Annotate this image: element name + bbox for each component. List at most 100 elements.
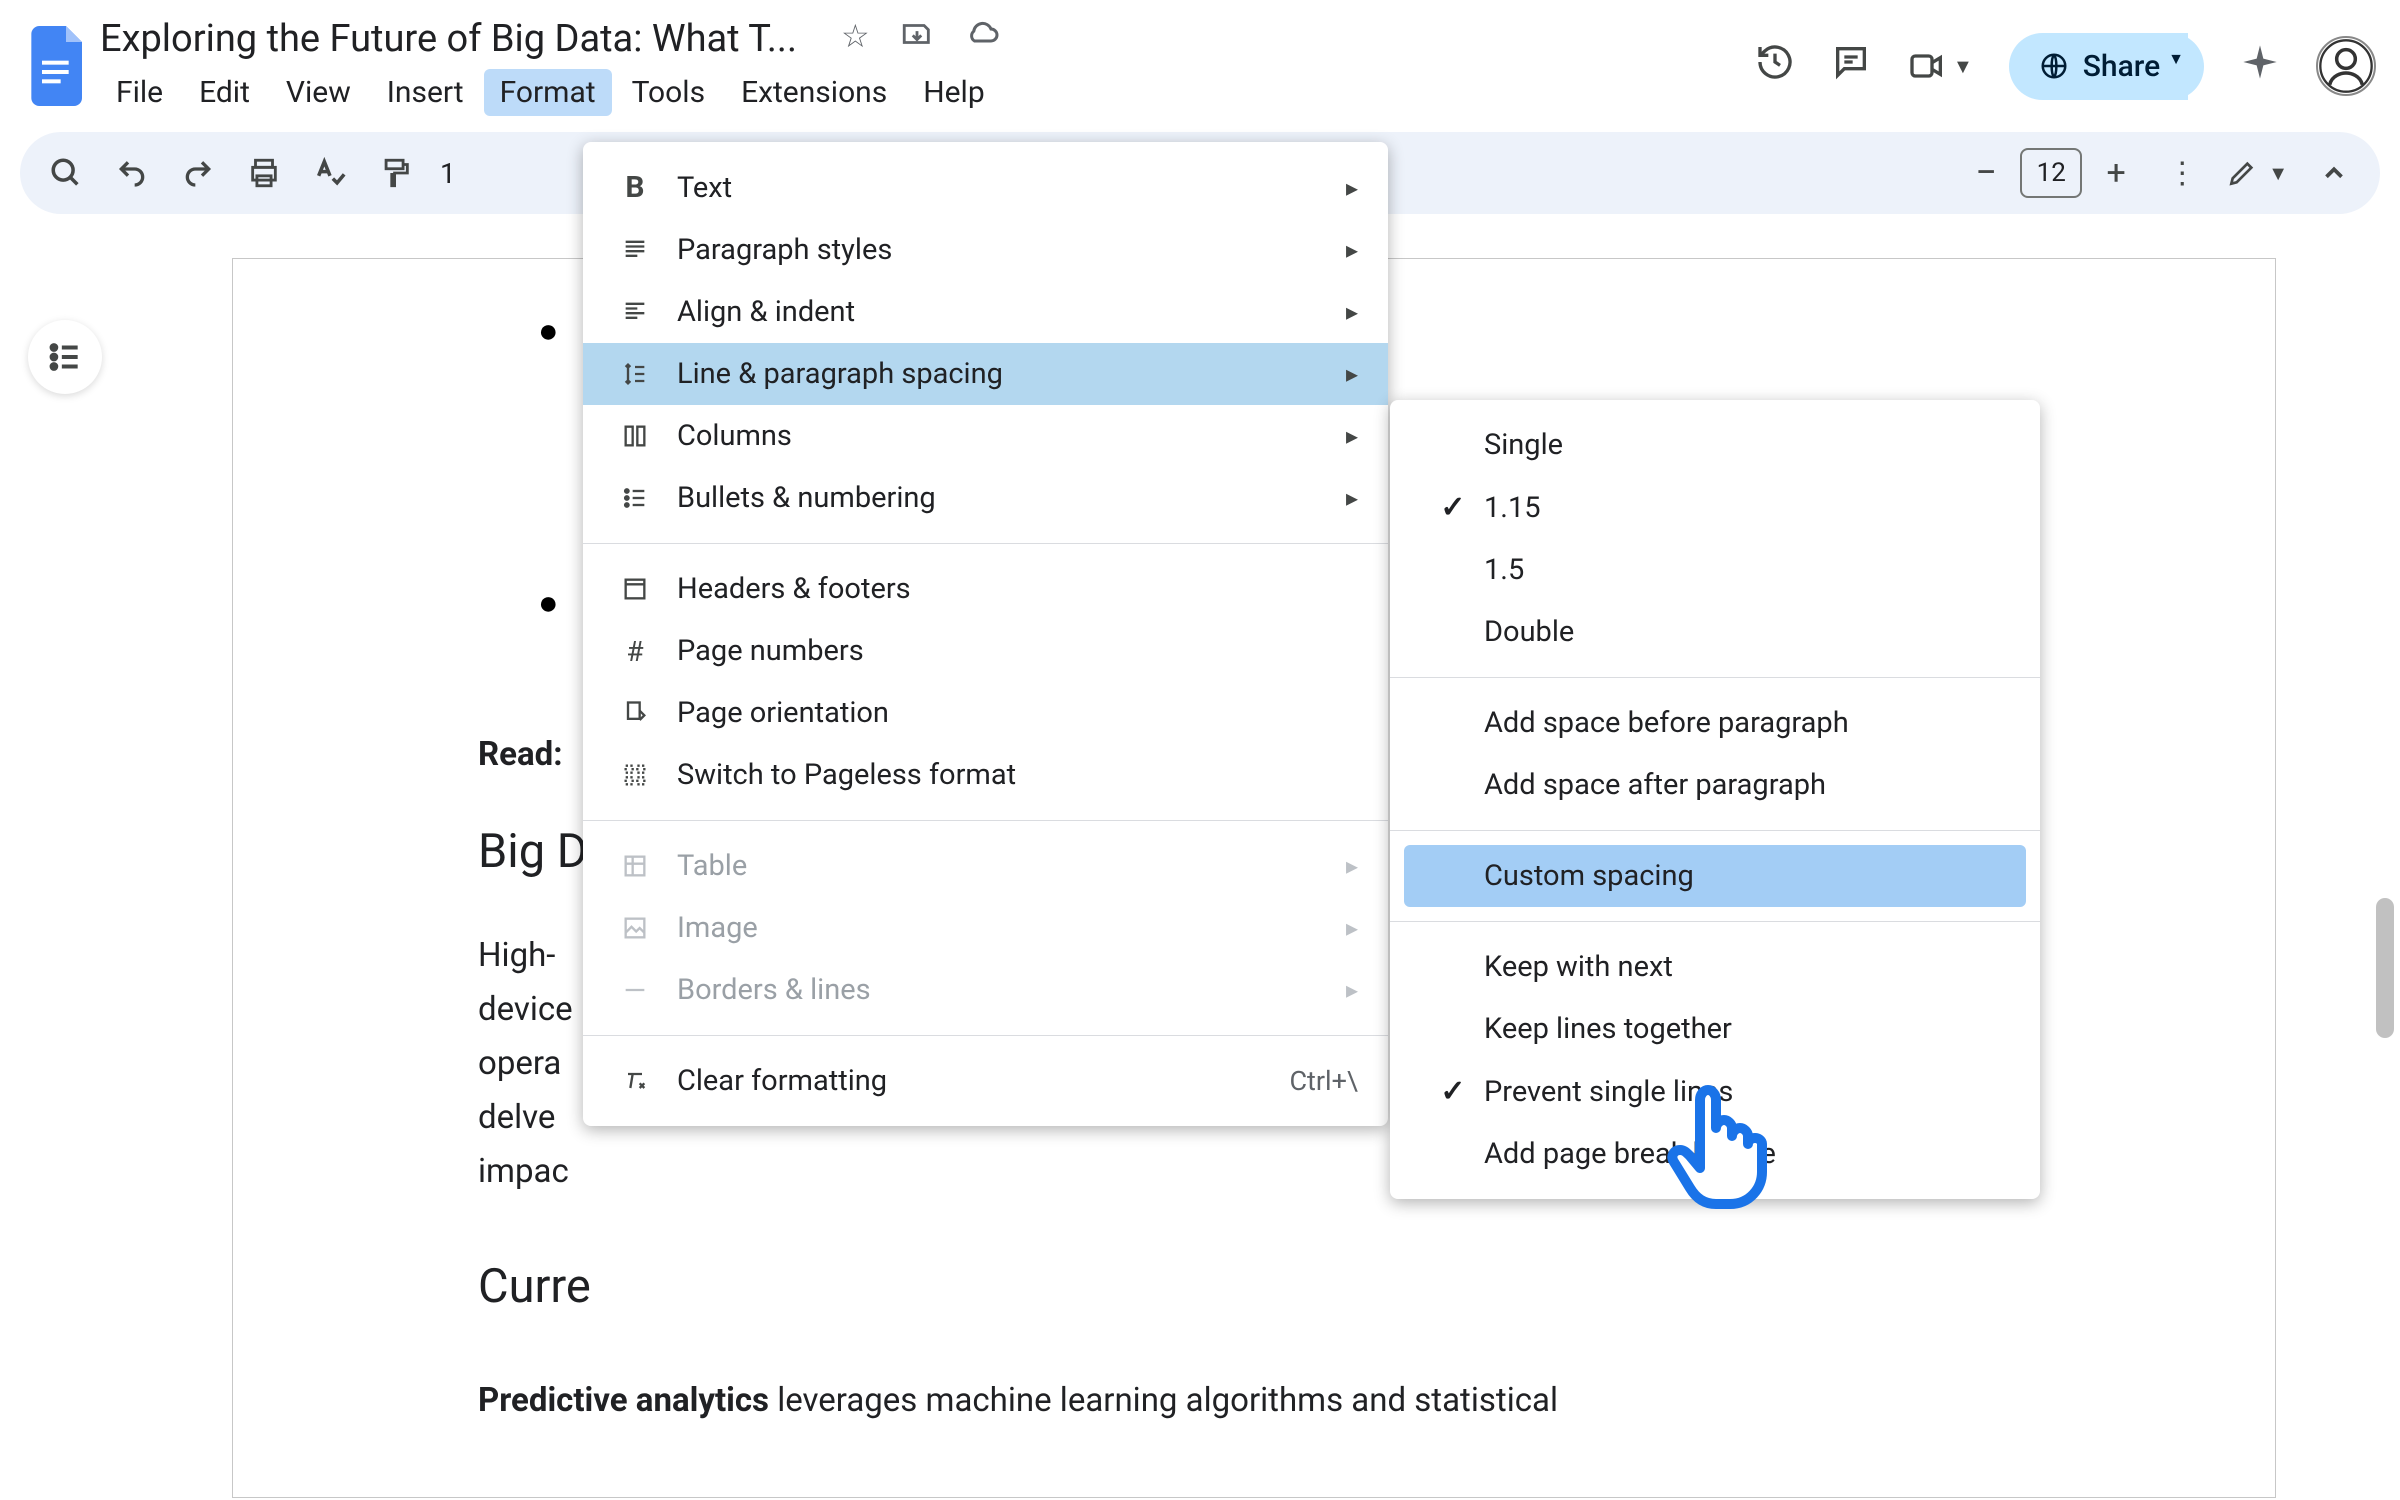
menu-separator [583,543,1388,544]
sub-item-custom-spacing[interactable]: Custom spacing [1404,845,2026,907]
docs-logo[interactable] [24,20,92,112]
menu-item-clear-formatting[interactable]: Clear formatting Ctrl+\ [583,1050,1388,1112]
star-icon[interactable]: ☆ [841,17,870,61]
menu-item-text[interactable]: B Text ▸ [583,156,1388,219]
editing-mode-button[interactable]: ▼ [2226,157,2288,189]
menu-label: Image [677,911,758,945]
collapse-icon[interactable] [2312,151,2356,195]
doc-text: impac [478,1152,569,1191]
menu-separator [583,820,1388,821]
doc-text: opera [478,1044,561,1083]
sub-item-add-before[interactable]: Add space before paragraph [1390,692,2040,754]
menu-edit[interactable]: Edit [183,69,266,116]
menu-item-borders-lines: Borders & lines ▸ [583,959,1388,1021]
print-icon[interactable] [242,151,286,195]
menu-label: Table [677,849,747,883]
outline-toggle-button[interactable] [28,320,102,394]
font-size-increase-icon[interactable]: + [2094,151,2138,195]
submenu-arrow-icon: ▸ [1346,174,1358,202]
sub-label: Single [1484,428,1563,462]
sub-item-single[interactable]: Single [1390,414,2040,476]
menu-label: Page orientation [677,696,889,730]
cloud-status-icon[interactable] [964,17,1000,61]
bold-icon: B [615,170,655,205]
borders-icon [615,976,655,1004]
scrollbar-track[interactable] [2376,258,2394,1458]
menu-label: Bullets & numbering [677,481,936,515]
paint-format-icon[interactable] [374,151,418,195]
check-icon: ✓ [1432,1074,1474,1109]
menu-insert[interactable]: Insert [371,69,480,116]
menu-label: Switch to Pageless format [677,758,1016,792]
check-icon: ✓ [1432,490,1474,525]
sub-label: Double [1484,615,1574,649]
scrollbar-thumb[interactable] [2376,898,2394,1038]
video-call-button[interactable]: ▼ [1907,46,1973,86]
menu-separator [583,1035,1388,1036]
submenu-arrow-icon: ▸ [1346,360,1358,388]
menu-item-align-indent[interactable]: Align & indent ▸ [583,281,1388,343]
menu-tools[interactable]: Tools [616,69,721,116]
share-label: Share [2083,49,2160,84]
submenu-arrow-icon: ▸ [1346,422,1358,450]
image-icon [615,914,655,942]
sub-item-1-5[interactable]: 1.5 [1390,539,2040,601]
submenu-arrow-icon: ▸ [1346,484,1358,512]
doc-heading: Curre [478,1259,2075,1314]
menu-item-line-spacing[interactable]: Line & paragraph spacing ▸ [583,343,1388,405]
menu-separator [1390,677,2040,678]
menu-item-page-orientation[interactable]: Page orientation [583,682,1388,744]
menu-label: Line & paragraph spacing [677,357,1003,391]
search-icon[interactable] [44,151,88,195]
undo-icon[interactable] [110,151,154,195]
menu-item-paragraph-styles[interactable]: Paragraph styles ▸ [583,219,1388,281]
submenu-arrow-icon: ▸ [1346,852,1358,880]
sub-item-keep-lines-together[interactable]: Keep lines together [1390,998,2040,1060]
menu-item-image: Image ▸ [583,897,1388,959]
comments-icon[interactable] [1831,42,1871,91]
font-size-input[interactable]: 12 [2020,148,2082,198]
doc-text: High- [478,936,555,975]
document-title[interactable]: Exploring the Future of Big Data: What T… [100,17,797,61]
menu-label: Borders & lines [677,973,871,1007]
menu-view[interactable]: View [270,69,367,116]
menu-label: Page numbers [677,634,864,668]
submenu-arrow-icon: ▸ [1346,976,1358,1004]
sub-label: Add space before paragraph [1484,706,1849,740]
sub-item-keep-with-next[interactable]: Keep with next [1390,936,2040,998]
zoom-fragment: 1 [440,157,456,190]
history-icon[interactable] [1755,42,1795,91]
gemini-icon[interactable] [2240,42,2280,91]
spellcheck-icon[interactable] [308,151,352,195]
menu-format[interactable]: Format [484,69,612,116]
submenu-arrow-icon: ▸ [1346,236,1358,264]
headers-footers-icon [615,575,655,603]
sub-label: Custom spacing [1484,859,1694,893]
menu-extensions[interactable]: Extensions [725,69,903,116]
move-icon[interactable] [900,17,934,61]
doc-text: delve [478,1098,555,1137]
menu-item-page-numbers[interactable]: # Page numbers [583,620,1388,682]
doc-text-read: Read: [478,735,563,774]
sub-item-add-after[interactable]: Add space after paragraph [1390,754,2040,816]
menu-separator [1390,830,2040,831]
menu-item-headers-footers[interactable]: Headers & footers [583,558,1388,620]
menu-help[interactable]: Help [907,69,1000,116]
redo-icon[interactable] [176,151,220,195]
doc-text: device [478,990,573,1029]
sub-item-double[interactable]: Double [1390,601,2040,663]
menu-label: Columns [677,419,792,453]
menu-item-switch-pageless[interactable]: Switch to Pageless format [583,744,1388,806]
sub-item-1-15[interactable]: ✓1.15 [1390,476,2040,539]
menu-file[interactable]: File [100,69,179,116]
share-dropdown-icon[interactable]: ▼ [2160,33,2204,100]
more-icon[interactable]: ⋮ [2160,151,2204,195]
sub-label: Keep lines together [1484,1012,1732,1046]
sub-label: Keep with next [1484,950,1673,984]
avatar[interactable] [2316,36,2376,96]
font-size-decrease-icon[interactable]: − [1964,151,2008,195]
format-dropdown-menu: B Text ▸ Paragraph styles ▸ Align & inde… [583,142,1388,1126]
menu-item-columns[interactable]: Columns ▸ [583,405,1388,467]
doc-text: leverages machine learning algorithms an… [769,1381,1558,1420]
menu-item-bullets-numbering[interactable]: Bullets & numbering ▸ [583,467,1388,529]
